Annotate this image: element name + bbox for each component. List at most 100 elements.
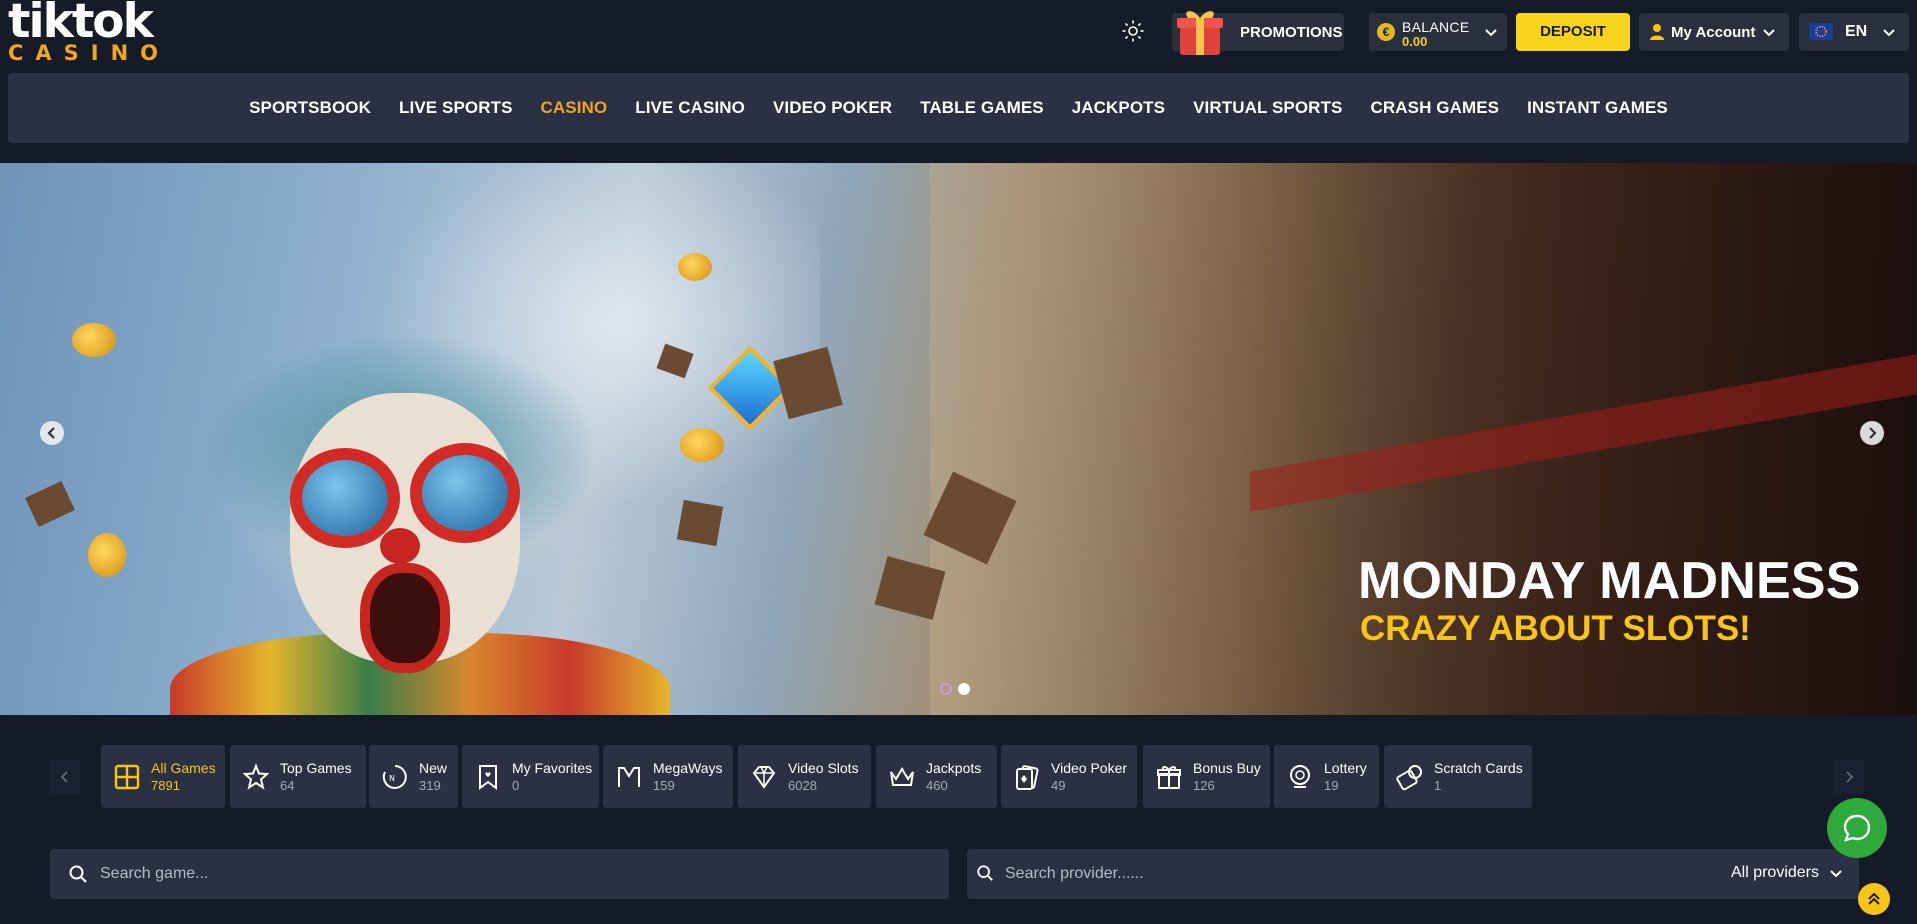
new-badge-icon: N [382,765,407,789]
double-chevron-up-icon [1868,892,1880,905]
deposit-button[interactable]: DEPOSIT [1516,13,1630,51]
provider-search-input[interactable] [1005,849,1685,899]
category-label: Jackpots [926,760,982,776]
logo-subtitle: CASINO [8,41,171,65]
nav-item-live-casino[interactable]: LIVE CASINO [621,98,759,118]
nav-item-instant-games[interactable]: INSTANT GAMES [1513,98,1682,118]
chevron-down-icon [1763,29,1775,37]
gold-coin [680,428,724,462]
language-label: EN [1845,23,1868,40]
lottery-ball-icon [1290,765,1310,788]
user-icon [1650,24,1664,40]
hero-banner: MONDAY MADNESS CRAZY ABOUT SLOTS! [0,163,1917,715]
category-count: 460 [926,778,948,793]
category-tab-megaways[interactable]: MegaWays 159 [603,745,733,808]
scratch-card-icon [1396,765,1422,791]
category-tab-all-games[interactable]: All Games 7891 [101,745,225,808]
chat-bubble-icon [1843,814,1871,842]
game-search-input[interactable] [100,849,920,899]
nav-item-live-sports[interactable]: LIVE SPORTS [385,98,527,118]
nav-item-video-poker[interactable]: VIDEO POKER [759,98,906,118]
megaways-icon [618,767,640,787]
category-label: Lottery [1324,760,1367,776]
category-tab-lottery[interactable]: Lottery 19 [1274,745,1379,808]
balance-dropdown[interactable]: € BALANCE 0.00 [1369,13,1507,51]
promotions-button[interactable]: PROMOTIONS [1172,11,1344,55]
category-tab-video-poker[interactable]: Video Poker 49 [1001,745,1137,808]
promotions-label: PROMOTIONS [1240,24,1343,41]
clown-nose [380,528,420,564]
crown-icon [890,767,914,786]
provider-select[interactable]: All providers [1731,864,1843,882]
game-search-box [50,849,949,899]
chevron-down-icon [1883,29,1895,37]
grid-icon [114,764,140,790]
main-navigation: SPORTSBOOK LIVE SPORTS CASINO LIVE CASINO VI… [8,73,1909,143]
carousel-next-button[interactable] [1860,421,1884,445]
categories-prev-button[interactable] [50,760,80,794]
gold-coin [72,323,116,357]
nav-item-table-games[interactable]: TABLE GAMES [906,98,1058,118]
category-label: New [419,760,448,776]
categories-next-button[interactable] [1834,760,1864,794]
eu-flag-icon [1809,23,1833,40]
gift-box-icon [1177,11,1223,55]
svg-text:N: N [389,774,395,783]
euro-coin-icon: € [1377,23,1395,41]
logo[interactable]: tiktok CASINO [8,0,178,64]
star-icon [242,763,270,790]
gold-coin [678,253,712,281]
category-count: 0 [512,778,520,793]
diamond-icon [752,766,776,789]
category-tab-jackpots[interactable]: Jackpots 460 [876,745,997,808]
provider-search-box: All providers [967,849,1859,899]
nav-item-jackpots[interactable]: JACKPOTS [1058,98,1179,118]
category-label: Top Games [280,760,352,776]
scroll-to-top-button[interactable] [1858,883,1890,915]
clown-glasses-left [290,448,400,548]
hero-subtitle: CRAZY ABOUT SLOTS! [1360,609,1751,648]
category-count: 126 [1193,778,1215,793]
chevron-left-icon [60,771,68,783]
balance-value: 0.00 [1402,34,1428,49]
nav-item-sportsbook[interactable]: SPORTSBOOK [235,98,385,118]
language-dropdown[interactable]: EN [1799,13,1909,51]
category-count: 64 [280,778,295,793]
nav-item-virtual-sports[interactable]: VIRTUAL SPORTS [1179,98,1356,118]
category-label: Scratch Cards [1434,760,1523,776]
nav-item-casino[interactable]: CASINO [527,98,622,118]
clown-mouth [360,563,450,673]
my-account-label: My Account [1671,24,1756,41]
category-tab-top-games[interactable]: Top Games 64 [230,745,366,808]
category-tab-my-favorites[interactable]: My Favorites 0 [462,745,599,808]
search-icon [69,865,87,883]
category-tab-new[interactable]: N New 319 [369,745,458,808]
theme-toggle-button[interactable] [1118,16,1148,46]
category-count: 1 [1434,778,1442,793]
carousel-prev-button[interactable] [40,421,64,445]
category-label: Video Poker [1051,760,1128,776]
my-account-dropdown[interactable]: My Account [1639,13,1789,51]
search-icon [977,865,993,881]
chevron-left-icon [47,427,55,439]
category-count: 7891 [151,778,180,793]
category-count: 159 [653,778,675,793]
gift-icon [1157,766,1181,789]
category-label: My Favorites [512,760,593,776]
carousel-dot[interactable] [940,683,952,695]
category-tab-bonus-buy[interactable]: Bonus Buy 126 [1143,745,1270,808]
category-count: 49 [1051,778,1066,793]
provider-select-label: All providers [1730,864,1819,881]
category-count: 319 [419,778,441,793]
category-tab-scratch-cards[interactable]: Scratch Cards 1 [1384,745,1532,808]
category-tab-video-slots[interactable]: Video Slots 6028 [738,745,871,808]
live-chat-button[interactable] [1827,798,1887,858]
category-label: MegaWays [653,760,723,776]
chevron-down-icon [1485,29,1497,37]
site-header: tiktok CASINO PROMOTIONS € BALANCE 0.00 … [0,0,1917,70]
nav-item-crash-games[interactable]: CRASH GAMES [1357,98,1514,118]
category-label: Video Slots [788,760,859,776]
carousel-dot-active[interactable] [958,683,970,695]
category-count: 6028 [788,778,817,793]
chevron-down-icon [1830,870,1842,878]
